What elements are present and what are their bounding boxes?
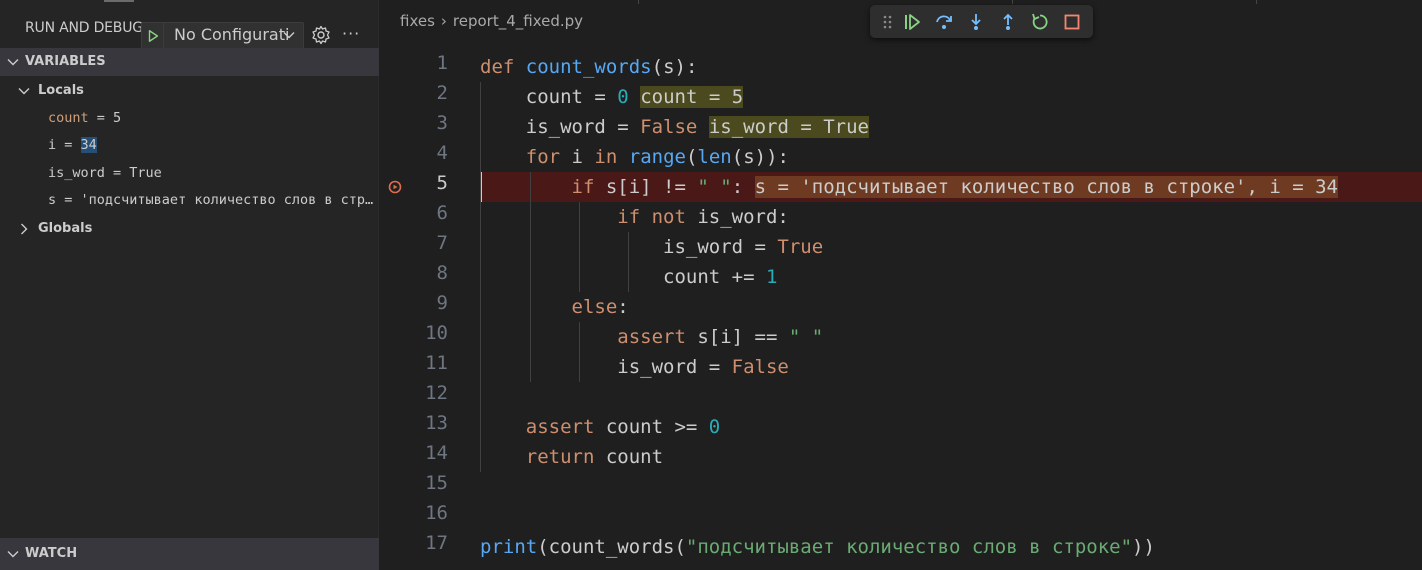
line-number: 15 [425,472,448,494]
activity-tab-indicator [104,0,134,2]
chevron-down-icon [18,88,30,95]
code-line[interactable]: else: [480,292,629,322]
restart-icon[interactable] [1030,12,1050,32]
code-line[interactable]: count += 1 [480,262,777,292]
line-number: 17 [425,532,448,554]
variable-count[interactable]: count = 5 [48,110,378,126]
code-line[interactable]: count = 0 count = 5 [480,82,744,112]
locals-label: Locals [38,83,84,98]
globals-scope[interactable]: Globals [0,216,379,242]
inline-value: is_word = True [708,116,869,138]
tab-divider [638,0,639,4]
variable-value: 'подсчитывает количество слов в строке' [80,192,378,208]
code-line[interactable]: if not is_word: [480,202,789,232]
line-number: 9 [436,292,448,314]
code-line-current[interactable]: if s[i] != " ": s = 'подсчитывает количе… [480,172,1338,202]
variable-value: 5 [113,110,122,126]
line-number: 13 [425,412,448,434]
tab-divider [1012,0,1013,4]
chevron-down-icon [283,32,295,39]
variables-section-header[interactable]: VARIABLES [0,48,379,76]
code-line[interactable]: assert s[i] == " " [480,322,823,352]
variable-name: i [48,137,57,153]
variable-is-word[interactable]: is_word = True [48,165,378,181]
line-number: 10 [425,322,448,344]
line-number: 14 [425,442,448,464]
code-editor[interactable]: fixes › report_4_fixed.py 1 2 3 4 5 6 7 8 … [380,0,1422,570]
step-over-icon[interactable] [934,12,954,32]
watch-section-header[interactable]: WATCH [0,538,379,570]
breadcrumb-file[interactable]: report_4_fixed.py [453,12,583,30]
breadcrumb: fixes › report_4_fixed.py [400,12,583,30]
debug-toolbar [870,5,1093,38]
gear-icon[interactable] [311,25,331,45]
tab-divider [1256,0,1257,4]
chevron-down-icon [7,551,19,558]
code-line[interactable]: is_word = True [480,232,823,262]
line-number: 1 [436,52,448,74]
chevron-right-icon [21,223,28,235]
variable-i[interactable]: i = 34 [48,137,378,153]
debug-sidebar: RUN AND DEBUG No Configurati ··· VARIABL… [0,0,379,570]
line-number: 16 [425,502,448,524]
line-number: 6 [436,202,448,224]
code-line[interactable]: is_word = False [480,352,789,382]
line-number: 12 [425,382,448,404]
line-number: 8 [436,262,448,284]
line-number-current: 5 [436,172,448,194]
globals-label: Globals [38,221,93,236]
code-line[interactable]: def count_words(s): [480,52,697,82]
variable-s[interactable]: s = 'подсчитывает количество слов в стро… [48,192,378,208]
line-number: 7 [436,232,448,254]
code-line[interactable]: assert count >= 0 [480,412,720,442]
chevron-right-icon: › [440,12,447,30]
variable-value: True [129,165,162,181]
step-into-icon[interactable] [966,12,986,32]
code-line[interactable]: print(count_words("подсчитывает количест… [480,532,1155,562]
variables-label: VARIABLES [25,54,106,69]
chevron-down-icon [7,59,19,66]
code-line[interactable]: return count [480,442,663,472]
variable-name: count [48,110,89,126]
line-number: 4 [436,142,448,164]
line-number: 2 [436,82,448,104]
launch-configuration-select[interactable]: No Configurati [163,22,304,50]
variable-value: 34 [80,137,97,153]
line-number: 11 [425,352,448,374]
stop-icon[interactable] [1062,12,1082,32]
watch-label: WATCH [25,546,78,561]
code-line[interactable]: is_word = False is_word = True [480,112,869,142]
run-and-debug-header: RUN AND DEBUG No Configurati ··· [0,8,379,50]
play-icon [148,30,158,42]
variable-name: s [48,192,57,208]
code-line[interactable]: for i in range(len(s)): [480,142,789,172]
step-out-icon[interactable] [998,12,1018,32]
locals-scope[interactable]: Locals [0,78,379,104]
run-and-debug-title: RUN AND DEBUG [25,20,143,36]
variable-name: is_word [48,165,105,181]
start-debugging-button[interactable] [141,22,163,50]
breadcrumb-folder[interactable]: fixes [400,12,435,30]
string-literal: "подсчитывает количество слов в строке" [685,536,1133,558]
inline-value-current: s = 'подсчитывает количество слов в стро… [754,176,1338,198]
inline-value: count = 5 [640,86,744,108]
continue-icon[interactable] [902,12,922,32]
drag-grip-icon[interactable] [878,12,898,32]
line-number: 3 [436,112,448,134]
more-actions-button[interactable]: ··· [342,24,360,43]
configuration-value: No Configurati [174,25,290,44]
